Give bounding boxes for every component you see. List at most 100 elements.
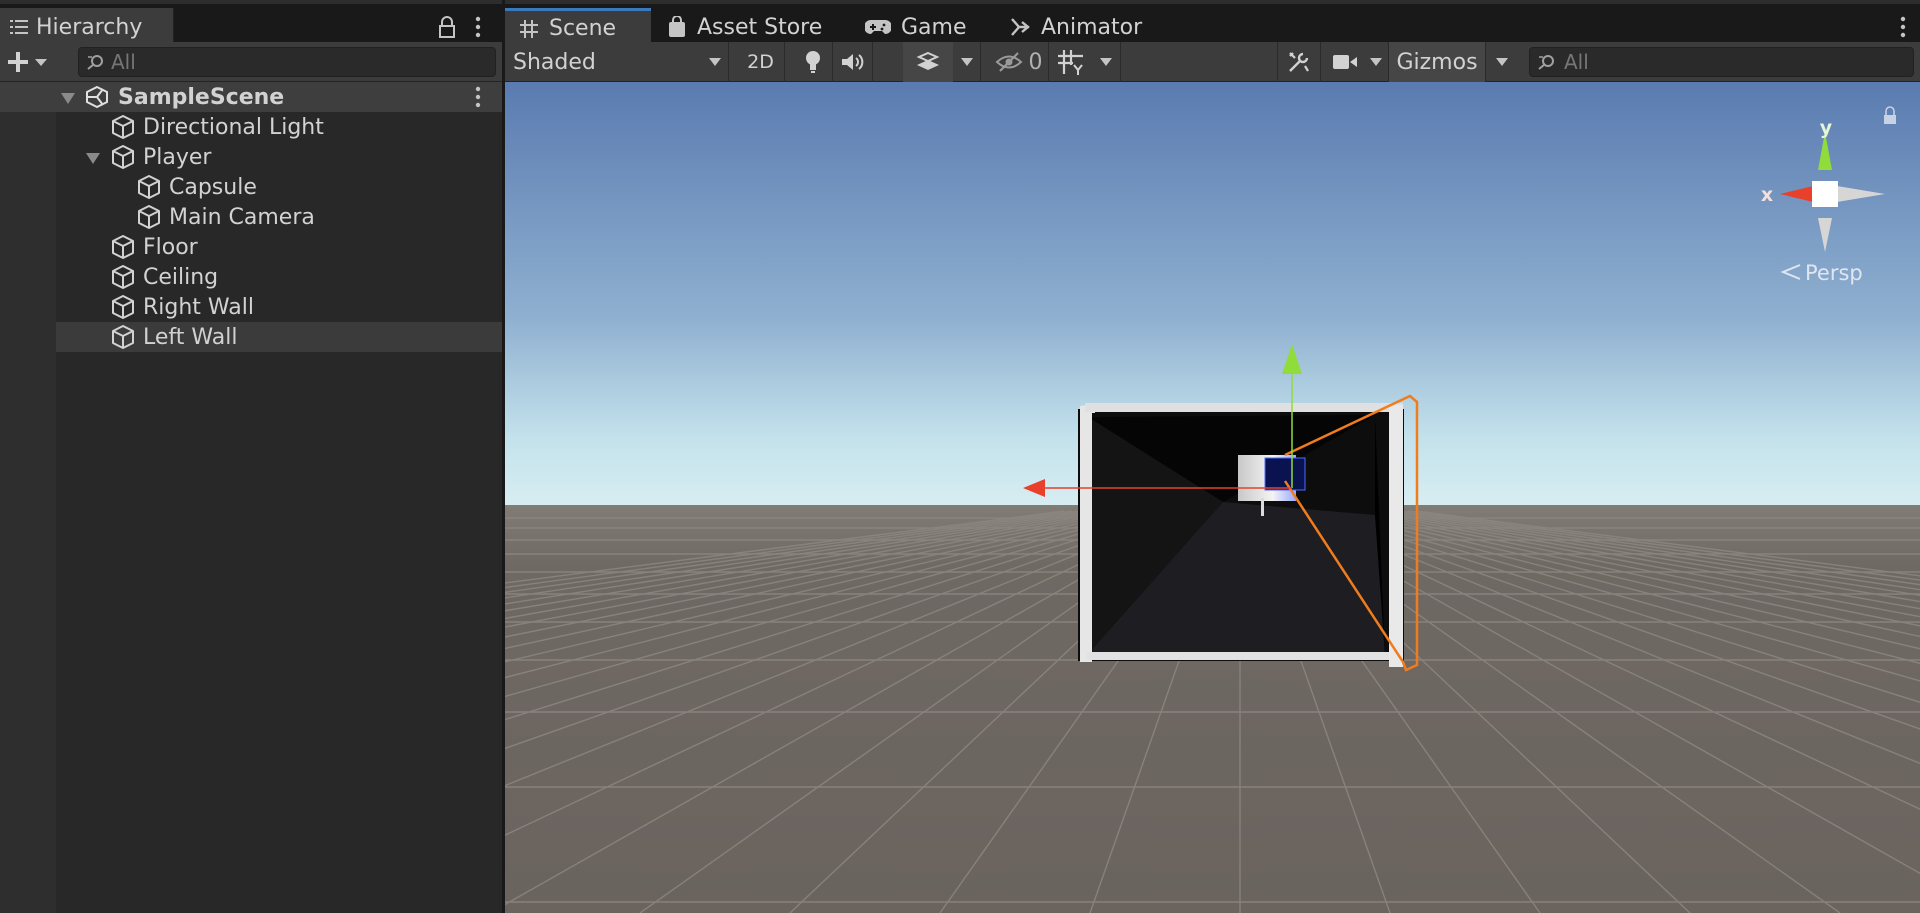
hierarchy-item-label: Player [143,144,212,170]
gizmos-label: Gizmos [1396,49,1478,75]
hidden-count: 0 [1028,49,1043,75]
draw-mode-label: Shaded [513,49,596,75]
hierarchy-tab-bar: Hierarchy [0,0,502,46]
scene-render: y x Persp [505,82,1920,913]
tab-scene-label: Scene [549,16,617,41]
dropdown-arrow-icon [1369,58,1382,66]
unity-scene-icon [86,85,108,109]
hierarchy-item-label: Main Camera [169,204,315,230]
hierarchy-menu-icon[interactable] [468,14,488,40]
hierarchy-item-label: Directional Light [143,114,324,140]
dropdown-arrow-icon [709,58,721,66]
grid-snap-icon [1058,50,1083,75]
gameobject-cube-icon [112,145,134,169]
dropdown-arrow-icon [35,59,47,66]
hierarchy-item[interactable]: Directional Light [0,112,502,142]
hierarchy-item-label: Floor [143,234,198,260]
tab-animator[interactable]: Animator [995,8,1155,46]
hidden-eye-icon [995,52,1022,72]
layers-icon [916,51,940,70]
gameobject-cube-icon [138,175,160,199]
create-button[interactable] [6,48,56,76]
tab-game[interactable]: Game [851,8,981,46]
gameobject-cube-icon [138,205,160,229]
gameobject-cube-icon [112,325,134,349]
effects-toggle[interactable] [903,42,953,82]
scene-row[interactable]: SampleScene [0,82,502,112]
hierarchy-item[interactable]: Main Camera [0,202,502,232]
gameobject-cube-icon [112,295,134,319]
hierarchy-item[interactable]: Left Wall [0,322,502,352]
scene-panel: Scene Asset Store Game Animator Shaded 2… [505,0,1920,913]
audio-toggle[interactable] [833,42,873,82]
plus-icon [8,52,28,72]
animator-icon [1011,18,1030,36]
speaker-icon [841,54,863,70]
grid-dropdown[interactable] [1091,42,1121,82]
hierarchy-item[interactable]: Capsule [0,172,502,202]
scene-name: SampleScene [118,84,285,110]
camera-dropdown[interactable] [1363,42,1389,82]
hierarchy-search-input[interactable] [111,50,491,74]
expand-arrow-icon[interactable] [86,151,100,165]
tools-icon [1289,52,1309,72]
toggle-2d-label: 2D [747,51,774,73]
hierarchy-item-label: Ceiling [143,264,219,290]
tab-scene[interactable]: Scene [505,8,651,46]
tab-asset-store[interactable]: Asset Store [653,8,843,46]
scene-viewport[interactable]: y x Persp [505,82,1920,913]
grid-toggle[interactable] [1051,42,1091,82]
tab-asset-store-label: Asset Store [697,14,823,40]
hierarchy-tab-label: Hierarchy [36,14,143,40]
gizmo-axis-x-label: x [1761,184,1773,206]
gizmos-toggle[interactable]: Gizmos [1389,42,1485,82]
toggle-2d-button[interactable]: 2D [737,42,785,82]
hierarchy-item-label: Capsule [169,174,257,200]
hierarchy-item-label: Left Wall [143,324,238,350]
gizmos-dropdown[interactable] [1485,42,1517,82]
scene-panel-menu-icon[interactable] [1893,14,1913,40]
search-icon [87,55,103,70]
scene-search [1529,47,1914,77]
scene-visibility-toggle[interactable]: 0 [989,42,1049,82]
search-icon [1538,55,1554,70]
scene-tab-bar: Scene Asset Store Game Animator [505,0,1920,46]
room-object [1078,403,1404,667]
dropdown-arrow-icon [1495,58,1508,66]
gameobject-cube-icon [112,265,134,289]
grid-icon [520,19,538,38]
hierarchy-tab[interactable]: Hierarchy [0,8,174,46]
camera-settings-button[interactable] [1327,42,1363,82]
gameobject-cube-icon [112,235,134,259]
scene-menu-icon[interactable] [470,85,486,109]
hierarchy-item[interactable]: Player [0,142,502,172]
hierarchy-item-label: Right Wall [143,294,254,320]
dropdown-arrow-icon [1099,58,1112,66]
hierarchy-tree: SampleScene Directional Light Player Capsu… [0,82,502,352]
hierarchy-panel: Hierarchy SampleScene [0,0,502,913]
gizmo-axis-y-label: y [1820,117,1833,139]
projection-label[interactable]: Persp [1805,261,1863,285]
lock-icon[interactable] [437,16,457,38]
hierarchy-item[interactable]: Floor [0,232,502,262]
tools-button[interactable] [1277,42,1321,82]
hierarchy-toolbar [0,42,502,82]
expand-arrow-icon[interactable] [61,91,75,105]
hierarchy-item[interactable]: Ceiling [0,262,502,292]
hierarchy-search [78,47,496,77]
scene-toolbar: Shaded 2D 0 Gizmos All [505,42,1920,82]
gameobject-cube-icon [112,115,134,139]
draw-mode-dropdown[interactable]: Shaded [505,42,729,82]
effects-dropdown[interactable] [953,42,981,82]
scene-search-input[interactable] [1564,50,1904,74]
tab-game-label: Game [901,14,967,40]
tab-animator-label: Animator [1041,14,1143,40]
dropdown-arrow-icon [960,58,973,66]
lighting-toggle[interactable] [793,42,833,82]
list-icon [10,20,28,34]
video-camera-icon [1333,55,1357,69]
lightbulb-icon [805,51,820,73]
shopping-bag-icon [669,16,685,37]
gamepad-icon [865,20,891,34]
hierarchy-item[interactable]: Right Wall [0,292,502,322]
